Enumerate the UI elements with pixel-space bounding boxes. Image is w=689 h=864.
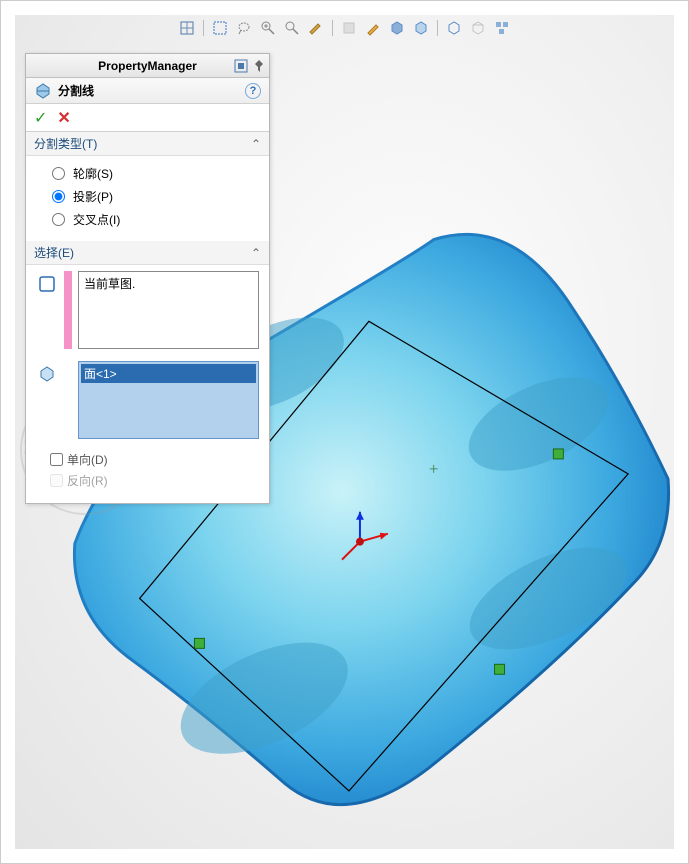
- section-title: 分割类型(T): [34, 135, 97, 152]
- sketch-active-bar: [64, 271, 72, 349]
- check-label: 单向(D): [67, 451, 108, 468]
- split-line-icon: [34, 82, 52, 100]
- section-split-type-body: 轮廓(S) 投影(P) 交叉点(I): [26, 156, 269, 241]
- reference-geom-icon[interactable]: [177, 18, 197, 38]
- assembly-icon[interactable]: [492, 18, 512, 38]
- chevron-up-icon: ⌃: [251, 137, 261, 151]
- radio-silhouette[interactable]: 轮廓(S): [44, 162, 259, 185]
- keep-visible-icon[interactable]: [233, 58, 249, 74]
- chevron-up-icon: ⌃: [251, 246, 261, 260]
- sketch-selection-block: 当前草图.: [26, 265, 269, 355]
- face-listbox[interactable]: 面<1>: [78, 361, 259, 439]
- sketch-icon: [36, 273, 58, 295]
- help-button[interactable]: ?: [245, 83, 261, 99]
- pushpin-icon[interactable]: [251, 58, 267, 74]
- feature-name: 分割线: [58, 82, 94, 99]
- select-box-icon[interactable]: [210, 18, 230, 38]
- check-label: 反向(R): [67, 472, 108, 489]
- edit-sketch-icon[interactable]: [363, 18, 383, 38]
- radio-label: 投影(P): [73, 188, 113, 205]
- list-item[interactable]: 当前草图.: [81, 274, 256, 293]
- display-style-icon[interactable]: [387, 18, 407, 38]
- check-reverse[interactable]: 反向(R): [26, 470, 269, 491]
- section-title: 选择(E): [34, 244, 74, 261]
- section-selection[interactable]: 选择(E) ⌃: [26, 241, 269, 265]
- sketch-listbox[interactable]: 当前草图.: [78, 271, 259, 349]
- app-frame: 研 习 社 PropertyManager: [0, 0, 689, 864]
- radio-label: 轮廓(S): [73, 165, 113, 182]
- cancel-button[interactable]: ✕: [57, 108, 70, 128]
- panel-title: PropertyManager: [98, 59, 197, 73]
- toolbar-separator: [332, 20, 333, 36]
- hide-show-icon[interactable]: [444, 18, 464, 38]
- toolbar-separator: [203, 20, 204, 36]
- zoom-icon[interactable]: [258, 18, 278, 38]
- check-reverse-input: [50, 474, 63, 487]
- toolbar-separator: [437, 20, 438, 36]
- heads-up-toolbar: [15, 15, 674, 41]
- radio-projection-input[interactable]: [52, 190, 65, 203]
- section-split-type[interactable]: 分割类型(T) ⌃: [26, 132, 269, 156]
- ok-button[interactable]: ✓: [34, 108, 47, 128]
- feature-row: 分割线 ?: [26, 78, 269, 104]
- list-item[interactable]: 面<1>: [81, 364, 256, 383]
- wireframe-icon[interactable]: [468, 18, 488, 38]
- property-manager-panel: PropertyManager 分割线 ? ✓ ✕ 分割类型(T) ⌃: [25, 53, 270, 504]
- panel-header: PropertyManager: [26, 54, 269, 78]
- section-view-icon[interactable]: [339, 18, 359, 38]
- ok-cancel-row: ✓ ✕: [26, 104, 269, 132]
- check-single-direction-input[interactable]: [50, 453, 63, 466]
- check-single-direction[interactable]: 单向(D): [26, 449, 269, 470]
- select-lasso-icon[interactable]: [234, 18, 254, 38]
- face-selection-block: 面<1>: [26, 355, 269, 445]
- zoom-fit-icon[interactable]: [282, 18, 302, 38]
- face-icon: [36, 363, 58, 385]
- radio-label: 交叉点(I): [73, 211, 120, 228]
- radio-projection[interactable]: 投影(P): [44, 185, 259, 208]
- shaded-icon[interactable]: [411, 18, 431, 38]
- appearance-icon[interactable]: [306, 18, 326, 38]
- radio-silhouette-input[interactable]: [52, 167, 65, 180]
- radio-intersection-input[interactable]: [52, 213, 65, 226]
- radio-intersection[interactable]: 交叉点(I): [44, 208, 259, 231]
- content-area: 研 习 社 PropertyManager: [15, 15, 674, 849]
